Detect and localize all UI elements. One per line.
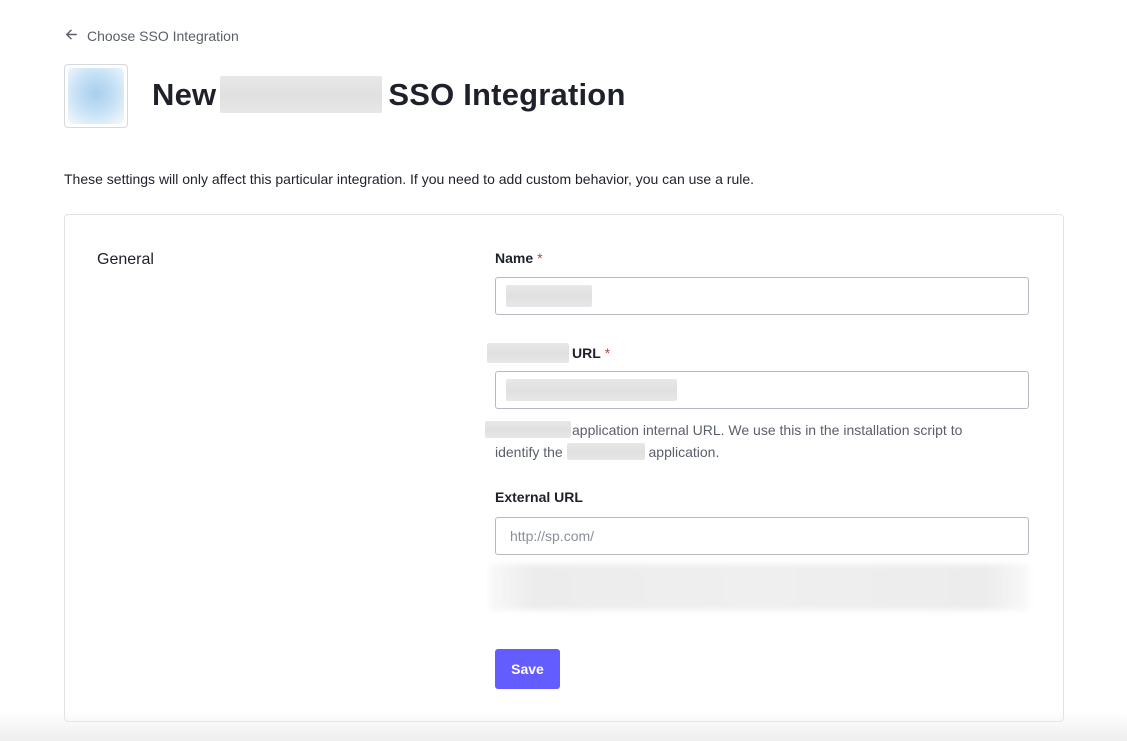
url-help-part3: application. <box>648 444 720 460</box>
url-help-text: application internal URL. We use this in… <box>485 419 1045 463</box>
page-title-suffix: SSO Integration <box>388 76 626 112</box>
external-url-label-text: External URL <box>495 489 583 505</box>
name-label-text: Name <box>495 250 534 266</box>
required-mark: * <box>604 345 611 361</box>
arrow-left-icon <box>64 27 79 45</box>
redacted-url-label-prefix <box>487 343 569 363</box>
url-label: URL * <box>487 343 610 363</box>
url-label-text: URL <box>572 345 601 361</box>
section-title: General <box>97 251 154 268</box>
url-help-part1: application internal URL. We use this in… <box>572 422 963 438</box>
back-link[interactable]: Choose SSO Integration <box>64 27 239 45</box>
redacted-help-app-name-2 <box>566 443 645 460</box>
required-mark: * <box>537 250 543 266</box>
app-logo <box>64 64 128 128</box>
external-url-input[interactable] <box>495 517 1029 555</box>
app-logo-image <box>68 68 124 124</box>
name-label: Name * <box>495 250 543 266</box>
page-title-prefix: New <box>152 76 217 112</box>
redacted-url-value <box>506 379 677 401</box>
redacted-app-name <box>220 76 383 113</box>
url-help-part2: identify the <box>495 444 563 460</box>
redacted-help-block <box>489 564 1029 610</box>
redacted-name-value <box>506 285 592 307</box>
save-button[interactable]: Save <box>495 649 560 689</box>
back-link-label: Choose SSO Integration <box>87 28 239 44</box>
page-title: New SSO Integration <box>152 76 626 113</box>
intro-text: These settings will only affect this par… <box>64 171 755 187</box>
general-settings-card: General Name * URL * application interna… <box>64 214 1064 722</box>
redacted-help-app-name <box>485 421 571 438</box>
sso-integration-page: Choose SSO Integration New SSO Integrati… <box>0 0 1127 741</box>
external-url-label: External URL <box>495 489 583 505</box>
